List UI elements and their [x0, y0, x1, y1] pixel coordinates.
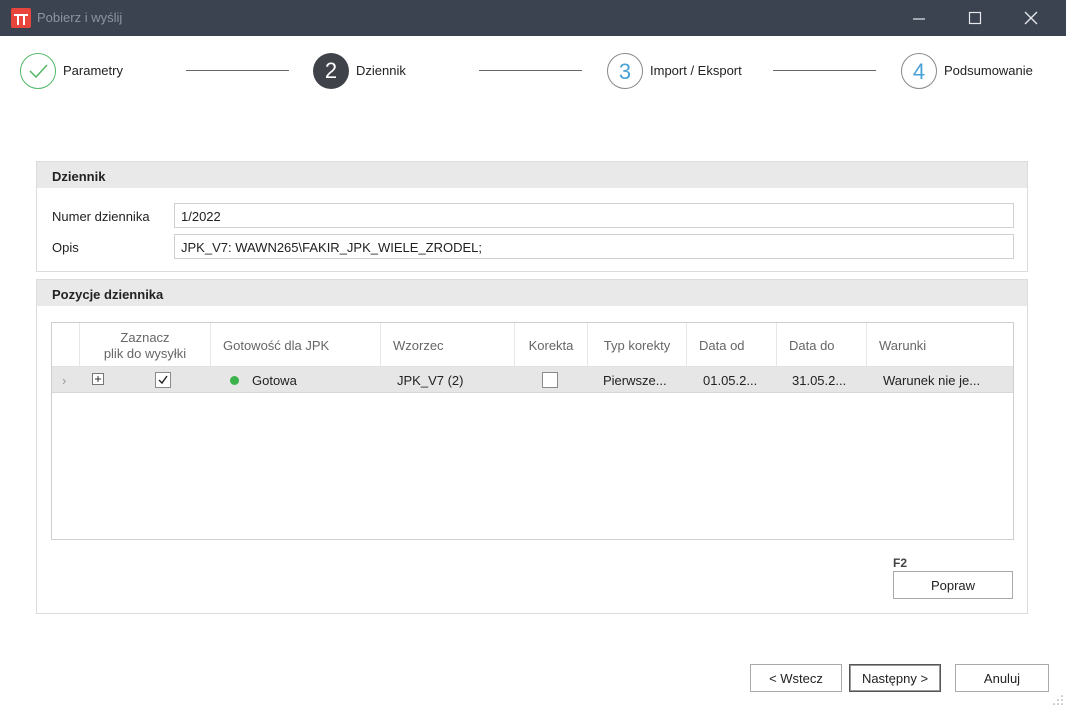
cancel-button[interactable]: Anuluj [955, 664, 1049, 692]
column-header-text: Wzorzec [393, 338, 444, 353]
step-connector [479, 70, 582, 71]
column-header-gotowosc[interactable]: Gotowość dla JPK [211, 323, 381, 367]
step-connector [773, 70, 876, 71]
column-header-text: Warunki [879, 338, 927, 353]
row-expand-arrow-icon[interactable]: › [62, 367, 66, 393]
gotowosc-value: Gotowa [252, 373, 297, 388]
window-title: Pobierz i wyślij [37, 10, 123, 25]
step-label: Dziennik [356, 63, 406, 78]
popraw-button[interactable]: Popraw [893, 571, 1013, 599]
checkmark-icon [28, 63, 48, 78]
close-button[interactable] [1003, 0, 1059, 36]
typ-korekty-value: Pierwsze... [603, 373, 667, 388]
pozycje-grid: Zaznacz plik do wysyłki Gotowość dla JPK… [51, 322, 1014, 540]
maximize-button[interactable] [947, 0, 1003, 36]
minimize-button[interactable] [891, 0, 947, 36]
step-number: 4 [912, 59, 926, 84]
numer-dziennika-label: Numer dziennika [52, 209, 150, 224]
app-icon [11, 8, 31, 28]
column-header-warunki[interactable]: Warunki [867, 323, 1013, 367]
step-done-circle [20, 53, 56, 89]
expand-plus-icon[interactable] [92, 367, 104, 393]
step-number: 3 [618, 59, 632, 84]
section-header: Pozycje dziennika [37, 280, 1027, 306]
row-indicator-header [52, 323, 80, 367]
step-active-circle: 2 [313, 53, 349, 89]
step-connector [186, 70, 289, 71]
wzorzec-value: JPK_V7 (2) [397, 373, 464, 388]
column-header-wzorzec[interactable]: Wzorzec [381, 323, 515, 367]
checkmark-icon [158, 375, 168, 385]
dziennik-section: Dziennik Numer dziennika 1/2022 Opis JPK… [36, 161, 1028, 272]
back-button[interactable]: < Wstecz [750, 664, 842, 692]
warunki-value: Warunek nie je... [883, 373, 981, 388]
column-header-text: plik do wysyłki [103, 346, 187, 361]
shortcut-hint: F2 [893, 556, 908, 570]
column-header-text: Gotowość dla JPK [223, 338, 330, 353]
grid-header: Zaznacz plik do wysyłki Gotowość dla JPK… [52, 323, 1013, 367]
section-header: Dziennik [37, 162, 1027, 188]
resize-grip-icon[interactable] [1052, 694, 1064, 706]
column-header-text: Data od [699, 338, 745, 353]
column-header-text: Korekta [528, 338, 574, 353]
column-header-text: Data do [789, 338, 835, 353]
opis-label: Opis [52, 240, 79, 255]
status-dot-icon [230, 367, 239, 393]
table-row[interactable]: › Gotowa JPK_V7 (2) Pierwsze... 01.05.2.… [52, 367, 1013, 393]
select-for-sending-checkbox[interactable] [155, 372, 171, 388]
column-header-text: Typ korekty [603, 338, 671, 353]
step-label: Podsumowanie [944, 63, 1033, 78]
step-todo-circle: 4 [901, 53, 937, 89]
column-header-zaznacz[interactable]: Zaznacz plik do wysyłki [80, 323, 211, 367]
column-header-data-od[interactable]: Data od [687, 323, 777, 367]
data-od-value: 01.05.2... [703, 373, 758, 388]
numer-dziennika-input[interactable]: 1/2022 [174, 203, 1014, 228]
next-button[interactable]: Następny > [849, 664, 941, 692]
maximize-icon [968, 11, 982, 25]
step-todo-circle: 3 [607, 53, 643, 89]
wizard-steps: Parametry 2 Dziennik 3 Import / Eksport … [0, 36, 1066, 106]
column-header-korekta[interactable]: Korekta [515, 323, 588, 367]
step-number: 2 [324, 58, 338, 83]
column-header-data-do[interactable]: Data do [777, 323, 867, 367]
column-header-typ-korekty[interactable]: Typ korekty [588, 323, 687, 367]
step-label: Parametry [63, 63, 123, 78]
pozycje-section: Pozycje dziennika Zaznacz plik do wysyłk… [36, 279, 1028, 614]
title-bar: Pobierz i wyślij [0, 0, 1066, 36]
close-icon [1024, 11, 1038, 25]
step-label: Import / Eksport [650, 63, 742, 78]
data-do-value: 31.05.2... [792, 373, 847, 388]
column-header-text: Zaznacz [120, 330, 170, 345]
opis-input[interactable]: JPK_V7: WAWN265\FAKIR_JPK_WIELE_ZRODEL; [174, 234, 1014, 259]
minimize-icon [913, 18, 925, 20]
korekta-checkbox[interactable] [542, 372, 558, 388]
